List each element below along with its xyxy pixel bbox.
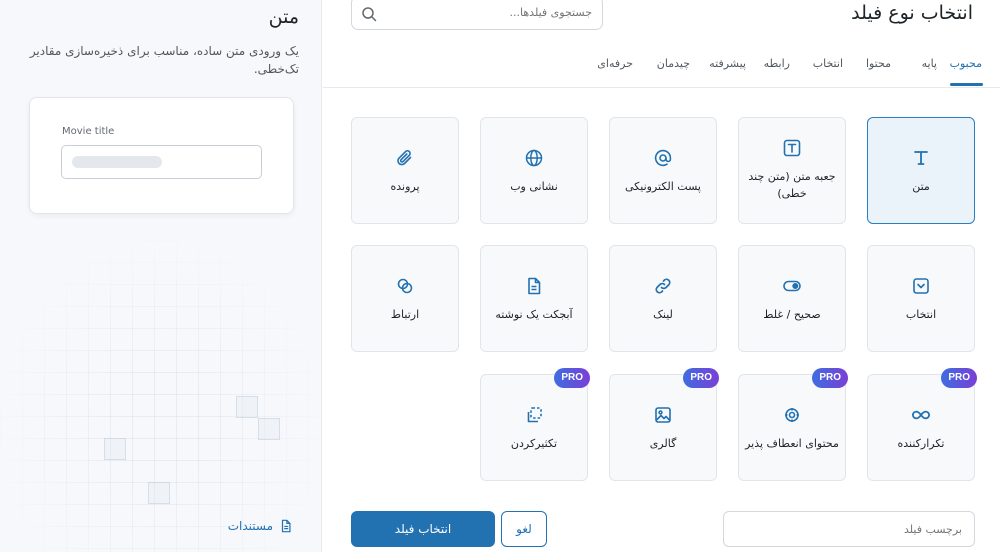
modal-title: انتخاب نوع فیلد bbox=[851, 2, 973, 24]
field-label: جعبه متن (متن چند خطی) bbox=[748, 170, 836, 200]
tab-relational[interactable]: رابطه bbox=[764, 57, 790, 78]
flexible-content-icon bbox=[785, 408, 799, 422]
field-label: نشانی وب bbox=[510, 180, 558, 193]
preview-title: متن bbox=[268, 6, 299, 28]
select-field-button[interactable]: انتخاب فیلد bbox=[351, 511, 495, 547]
relationship-icon bbox=[397, 278, 413, 294]
preview-description: یک ورودی متن ساده، مناسب برای ذخیره‌سازی… bbox=[29, 44, 299, 76]
tab-advanced[interactable]: پیشرفته bbox=[709, 57, 746, 78]
cancel-button[interactable]: لغو bbox=[501, 511, 547, 547]
clone-icon bbox=[527, 407, 542, 423]
grid-square bbox=[104, 438, 126, 460]
tab-choice[interactable]: انتخاب bbox=[813, 57, 843, 78]
search-input[interactable] bbox=[392, 6, 592, 19]
active-tab-indicator bbox=[950, 83, 983, 86]
field-label: متن bbox=[912, 180, 930, 193]
field-label: گالری bbox=[649, 437, 677, 450]
infinity-icon bbox=[912, 410, 930, 420]
grid-square bbox=[258, 418, 280, 440]
link-icon bbox=[655, 278, 671, 294]
field-type-select[interactable]: انتخاب bbox=[867, 245, 975, 352]
text-icon bbox=[914, 151, 928, 165]
toggle-icon bbox=[783, 280, 801, 292]
document-icon bbox=[281, 519, 291, 533]
grid-square bbox=[236, 396, 258, 418]
grid-background bbox=[0, 240, 321, 552]
field-type-gallery[interactable]: PRO گالری bbox=[609, 368, 719, 481]
field-type-email[interactable]: پست الکترونیکی bbox=[609, 117, 717, 224]
select-icon bbox=[913, 278, 929, 294]
field-type-repeater[interactable]: PRO تکرارکننده bbox=[867, 368, 977, 481]
tab-basic[interactable]: پایه bbox=[922, 57, 937, 78]
field-preview-panel: متن یک ورودی متن ساده، مناسب برای ذخیره‌… bbox=[0, 0, 322, 552]
field-label-input[interactable] bbox=[723, 511, 975, 547]
textarea-icon bbox=[783, 139, 801, 157]
grid-square bbox=[148, 482, 170, 504]
field-label: محتوای انعطاف پذیر bbox=[745, 437, 839, 450]
field-label: انتخاب bbox=[905, 308, 937, 321]
field-label: پرونده bbox=[390, 180, 420, 193]
preview-card: Movie title bbox=[29, 97, 294, 214]
document-icon bbox=[528, 277, 541, 295]
field-type-true-false[interactable]: صحیح / غلط bbox=[738, 245, 846, 352]
search-box[interactable] bbox=[351, 0, 603, 30]
pro-badge: PRO bbox=[812, 368, 848, 388]
field-type-file[interactable]: پرونده bbox=[351, 117, 459, 224]
tab-popular[interactable]: محبوب bbox=[950, 57, 982, 78]
preview-skeleton bbox=[72, 156, 162, 168]
field-type-textarea[interactable]: جعبه متن (متن چند خطی) bbox=[738, 117, 846, 224]
field-label: لینک bbox=[653, 308, 673, 321]
field-type-text[interactable]: متن bbox=[867, 117, 975, 224]
field-type-post-object[interactable]: آبجکت یک نوشته bbox=[480, 245, 588, 352]
documentation-link[interactable]: مستندات bbox=[228, 519, 293, 533]
tab-pro[interactable]: حرفه‌ای bbox=[597, 57, 633, 78]
field-type-url[interactable]: نشانی وب bbox=[480, 117, 588, 224]
field-type-flexible-content[interactable]: PRO محتوای انعطاف پذیر bbox=[738, 368, 848, 481]
field-label: تکرارکننده bbox=[897, 437, 945, 450]
field-type-link[interactable]: لینک bbox=[609, 245, 717, 352]
pro-badge: PRO bbox=[554, 368, 590, 388]
pro-badge: PRO bbox=[941, 368, 977, 388]
globe-icon bbox=[525, 149, 543, 167]
field-label: ارتباط bbox=[390, 308, 420, 321]
gallery-icon bbox=[655, 407, 671, 423]
field-label: پست الکترونیکی bbox=[625, 180, 701, 193]
field-label: تکثیرکردن bbox=[510, 437, 558, 450]
documentation-label: مستندات bbox=[227, 519, 273, 533]
search-icon bbox=[362, 7, 377, 22]
at-icon bbox=[654, 149, 672, 167]
pro-badge: PRO bbox=[683, 368, 719, 388]
field-category-tabs: محبوب پایه محتوا انتخاب رابطه پیشرفته چی… bbox=[323, 52, 1000, 88]
paperclip-icon bbox=[397, 150, 412, 166]
field-type-clone[interactable]: PRO تکثیرکردن bbox=[480, 368, 590, 481]
tab-layout[interactable]: چیدمان bbox=[657, 57, 690, 78]
preview-sample-input bbox=[61, 145, 262, 179]
field-type-relationship[interactable]: ارتباط bbox=[351, 245, 459, 352]
field-label: صحیح / غلط bbox=[763, 308, 821, 321]
tab-content[interactable]: محتوا bbox=[866, 57, 891, 78]
field-label: آبجکت یک نوشته bbox=[495, 308, 573, 321]
preview-sample-label: Movie title bbox=[62, 126, 115, 137]
